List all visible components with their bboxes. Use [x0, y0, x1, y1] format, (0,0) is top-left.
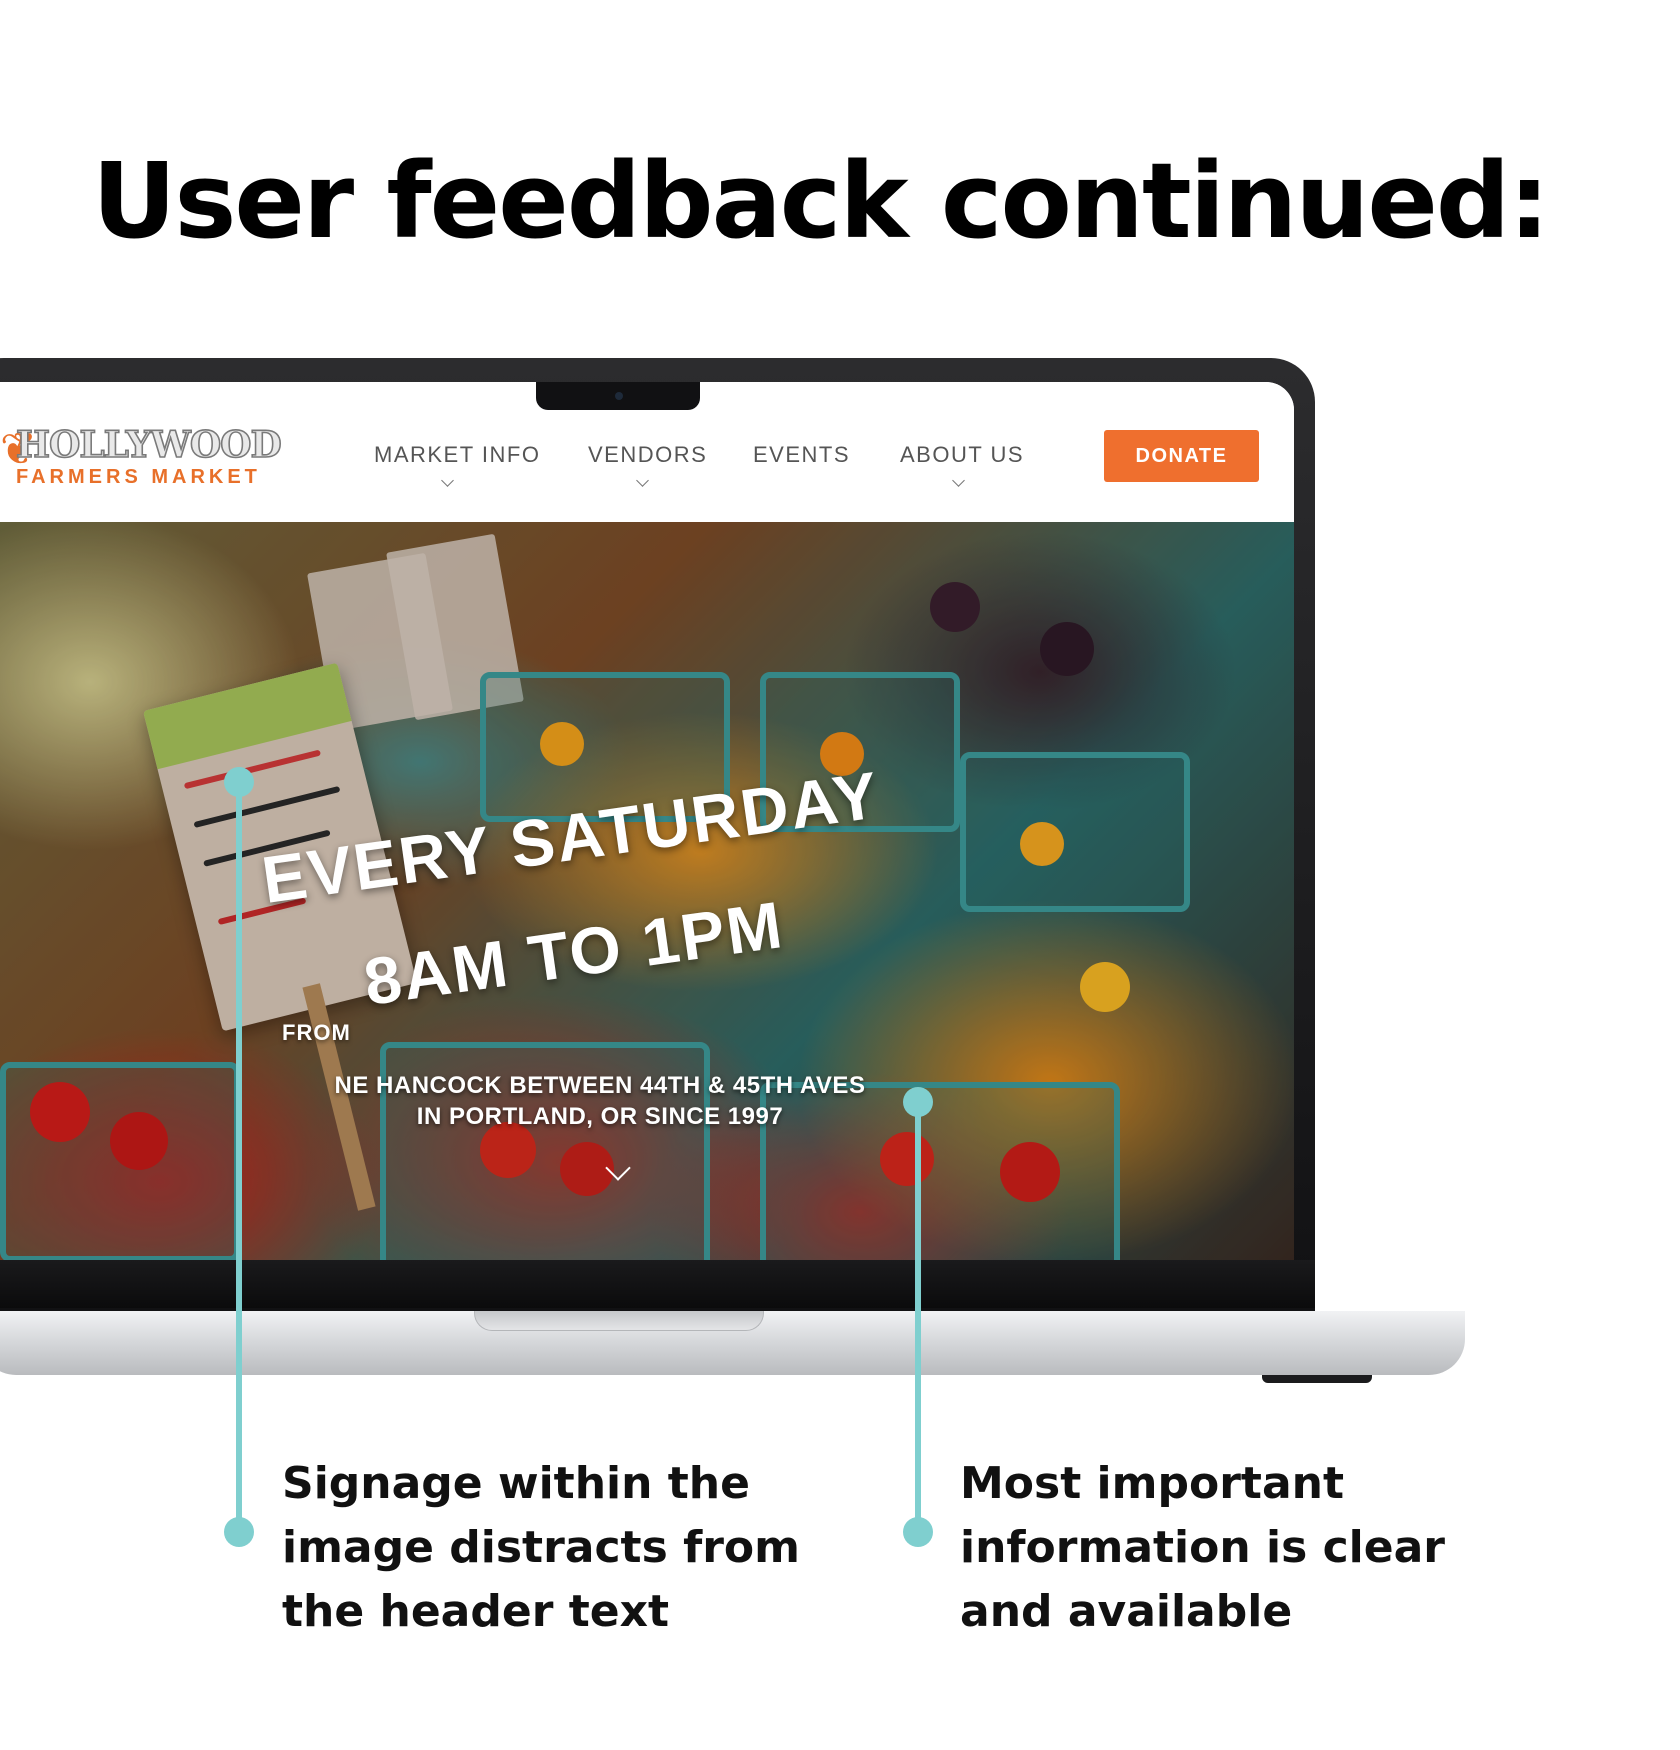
laptop-foot	[1262, 1375, 1372, 1383]
annotation-line: Signage within the	[282, 1458, 750, 1509]
annotation-signage-distracts: Signage within the image distracts from …	[282, 1452, 800, 1644]
screen-bottom-bezel	[0, 1260, 1315, 1308]
nav-label: MARKET INFO	[374, 442, 541, 467]
nav-item-market-info[interactable]: MARKET INFO	[374, 442, 541, 487]
chevron-down-icon	[952, 474, 965, 487]
nav-label: ABOUT US	[900, 442, 1025, 467]
nav-item-events[interactable]: EVENTS	[753, 442, 850, 468]
annotation-important-info-clear: Most important information is clear and …	[960, 1452, 1445, 1644]
annotation-line: information is clear	[960, 1522, 1445, 1573]
hero-address: NE HANCOCK BETWEEN 44TH & 45TH AVES IN P…	[270, 1070, 930, 1132]
annotation-line: and available	[960, 1586, 1293, 1637]
hero-headline-line2: 8AM TO 1PM	[359, 886, 788, 1020]
hero-banner: EVERY SATURDAY FROM 8AM TO 1PM NE HANCOC…	[0, 522, 1294, 1261]
donate-button[interactable]: DONATE	[1104, 430, 1259, 482]
callout-dot-bottom	[224, 1517, 254, 1547]
callout-dot-bottom	[903, 1517, 933, 1547]
logo-wordmark: HOLLYWOOD	[15, 424, 282, 466]
annotation-line: the header text	[282, 1586, 670, 1637]
website-viewport: ❦ HOLLYWOOD FARMERS MARKET MARKET INFO V…	[0, 382, 1294, 1261]
chevron-down-icon	[441, 474, 454, 487]
hero-text: EVERY SATURDAY FROM 8AM TO 1PM NE HANCOC…	[0, 522, 1294, 1261]
nav-item-about-us[interactable]: ABOUT US	[900, 442, 1025, 487]
laptop-opening-notch	[474, 1311, 764, 1331]
nav-label: EVENTS	[753, 442, 851, 467]
address-line: IN PORTLAND, OR SINCE 1997	[416, 1103, 784, 1130]
address-line: NE HANCOCK BETWEEN 44TH & 45TH AVES	[334, 1072, 866, 1099]
camera-notch	[536, 382, 700, 410]
callout-line	[915, 1102, 921, 1532]
annotation-line: image distracts from	[282, 1522, 801, 1573]
nav-item-vendors[interactable]: VENDORS	[588, 442, 708, 487]
hero-from-label: FROM	[282, 1020, 351, 1045]
camera-icon	[615, 392, 623, 400]
scroll-down-chevron-icon[interactable]	[605, 1155, 631, 1181]
logo-subtitle: FARMERS MARKET	[16, 466, 261, 488]
hero-headline-line1: EVERY SATURDAY	[257, 757, 884, 918]
callout-line	[236, 782, 242, 1532]
page-title: User feedback continued:	[92, 140, 1550, 262]
nav-label: VENDORS	[588, 442, 708, 467]
annotation-line: Most important	[960, 1458, 1344, 1509]
chevron-down-icon	[636, 474, 649, 487]
